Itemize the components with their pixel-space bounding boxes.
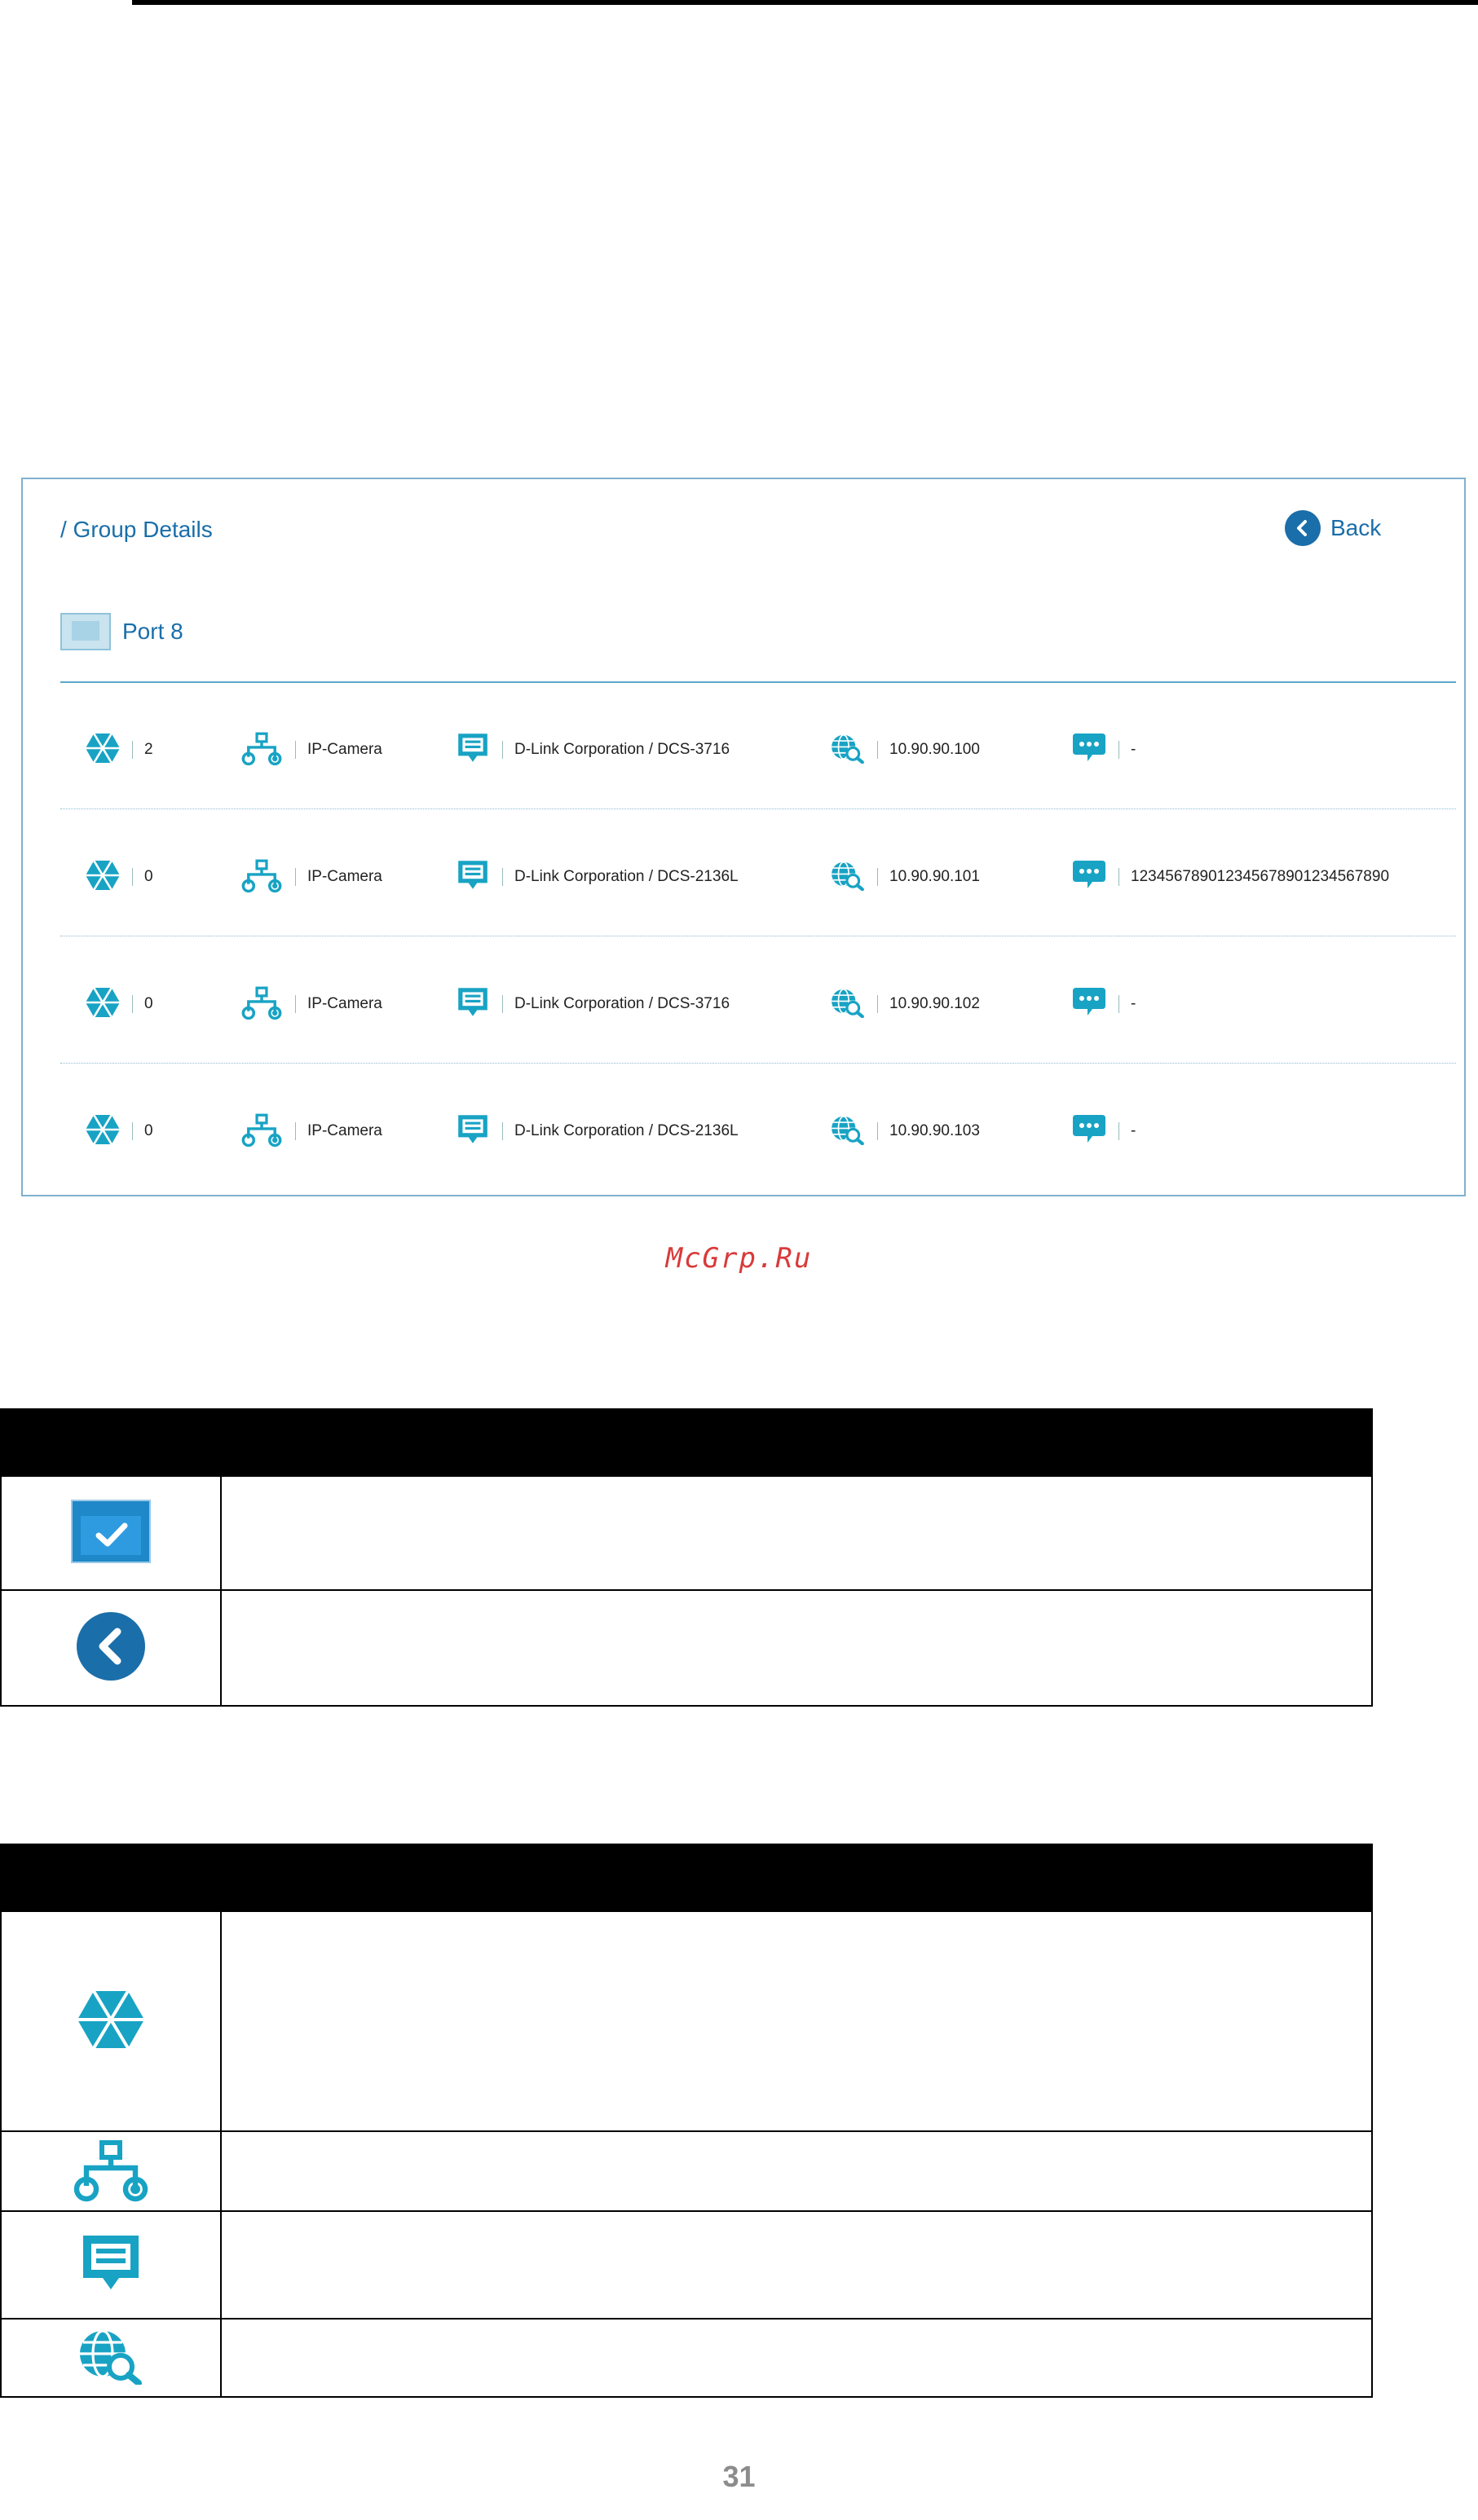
table-row: 0 IP-Camera D-Link Corporation / DCS-3716 1… — [60, 941, 1456, 1068]
port-header: Port 8 — [60, 613, 183, 650]
vendor-model: D-Link Corporation / DCS-2136L — [514, 1122, 739, 1139]
ip-address: 10.90.90.100 — [889, 741, 980, 758]
table-row — [0, 1589, 1373, 1707]
table-row — [0, 2318, 1373, 2398]
ip-address: 10.90.90.102 — [889, 995, 980, 1012]
device-type: IP-Camera — [307, 741, 382, 758]
back-button[interactable]: Back — [1285, 510, 1381, 546]
ip-search-icon — [830, 733, 866, 768]
table-row: 2 IP-Camera D-Link Corporation / DCS-3716 1… — [60, 686, 1456, 813]
vendor-model: D-Link Corporation / DCS-2136L — [514, 868, 739, 885]
description-icon — [1071, 859, 1107, 896]
description-icon — [1071, 986, 1107, 1023]
ip-search-icon — [80, 2328, 142, 2386]
vendor-icon — [455, 985, 491, 1024]
device-type-icon — [240, 730, 284, 770]
back-icon — [77, 1611, 145, 1681]
poe-count: 0 — [144, 1122, 153, 1139]
vendor-model: D-Link Corporation / DCS-3716 — [514, 741, 730, 758]
ip-address: 10.90.90.103 — [889, 1122, 980, 1139]
button-legend-table — [0, 1408, 1373, 1707]
ip-address: 10.90.90.101 — [889, 868, 980, 885]
poe-count: 0 — [144, 868, 153, 885]
description-icon — [1071, 1113, 1107, 1150]
port-label: Port 8 — [122, 619, 183, 644]
poe-icon — [85, 732, 121, 768]
description: - — [1131, 741, 1136, 758]
poe-icon — [85, 859, 121, 895]
vendor-icon — [455, 1112, 491, 1152]
table-row — [0, 2130, 1373, 2212]
table-row: 0 IP-Camera D-Link Corporation / DCS-2136L… — [60, 1068, 1456, 1195]
poe-icon — [85, 1113, 121, 1149]
table-row — [0, 1910, 1373, 2132]
description: - — [1131, 995, 1136, 1012]
table-row — [0, 1475, 1373, 1591]
row-separator — [60, 1063, 1456, 1064]
vendor-icon — [455, 730, 491, 770]
breadcrumb: / Group Details — [60, 517, 213, 542]
port-separator — [60, 681, 1456, 683]
device-type-icon — [240, 985, 284, 1024]
poe-icon — [77, 1989, 144, 2049]
select-checkbox-icon — [71, 1499, 151, 1563]
description: 123456789012345678901234567890 — [1131, 868, 1390, 885]
page-number: 31 — [722, 2460, 756, 2493]
device-type: IP-Camera — [307, 868, 382, 885]
back-icon — [1285, 510, 1321, 546]
poe-icon — [85, 986, 121, 1022]
poe-count: 2 — [144, 741, 153, 758]
table-header-row — [0, 1844, 1373, 1912]
description: - — [1131, 1122, 1136, 1139]
device-type-icon — [240, 1112, 284, 1152]
device-type-icon — [240, 857, 284, 897]
ip-search-icon — [830, 987, 866, 1022]
device-type: IP-Camera — [307, 1122, 382, 1139]
poe-count: 0 — [144, 995, 153, 1012]
table-row: 0 IP-Camera D-Link Corporation / DCS-2136L… — [60, 813, 1456, 941]
back-label: Back — [1330, 515, 1382, 540]
vendor-model: D-Link Corporation / DCS-3716 — [514, 995, 730, 1012]
ip-search-icon — [830, 860, 866, 895]
row-separator — [60, 808, 1456, 809]
table-row — [0, 2210, 1373, 2320]
table-header-row — [0, 1408, 1373, 1477]
vendor-icon — [83, 2235, 139, 2289]
icon-legend-table — [0, 1844, 1373, 2398]
watermark: McGrp.Ru — [665, 1242, 813, 1275]
vendor-icon — [455, 857, 491, 897]
group-details-panel: / Group Details Back Port 8 2 IP-Camera D-… — [21, 478, 1466, 1196]
device-type: IP-Camera — [307, 995, 382, 1012]
port-icon — [60, 613, 111, 650]
top-rule — [132, 0, 1478, 5]
description-icon — [1071, 732, 1107, 769]
device-type-icon — [73, 2139, 148, 2201]
ip-search-icon — [830, 1114, 866, 1149]
